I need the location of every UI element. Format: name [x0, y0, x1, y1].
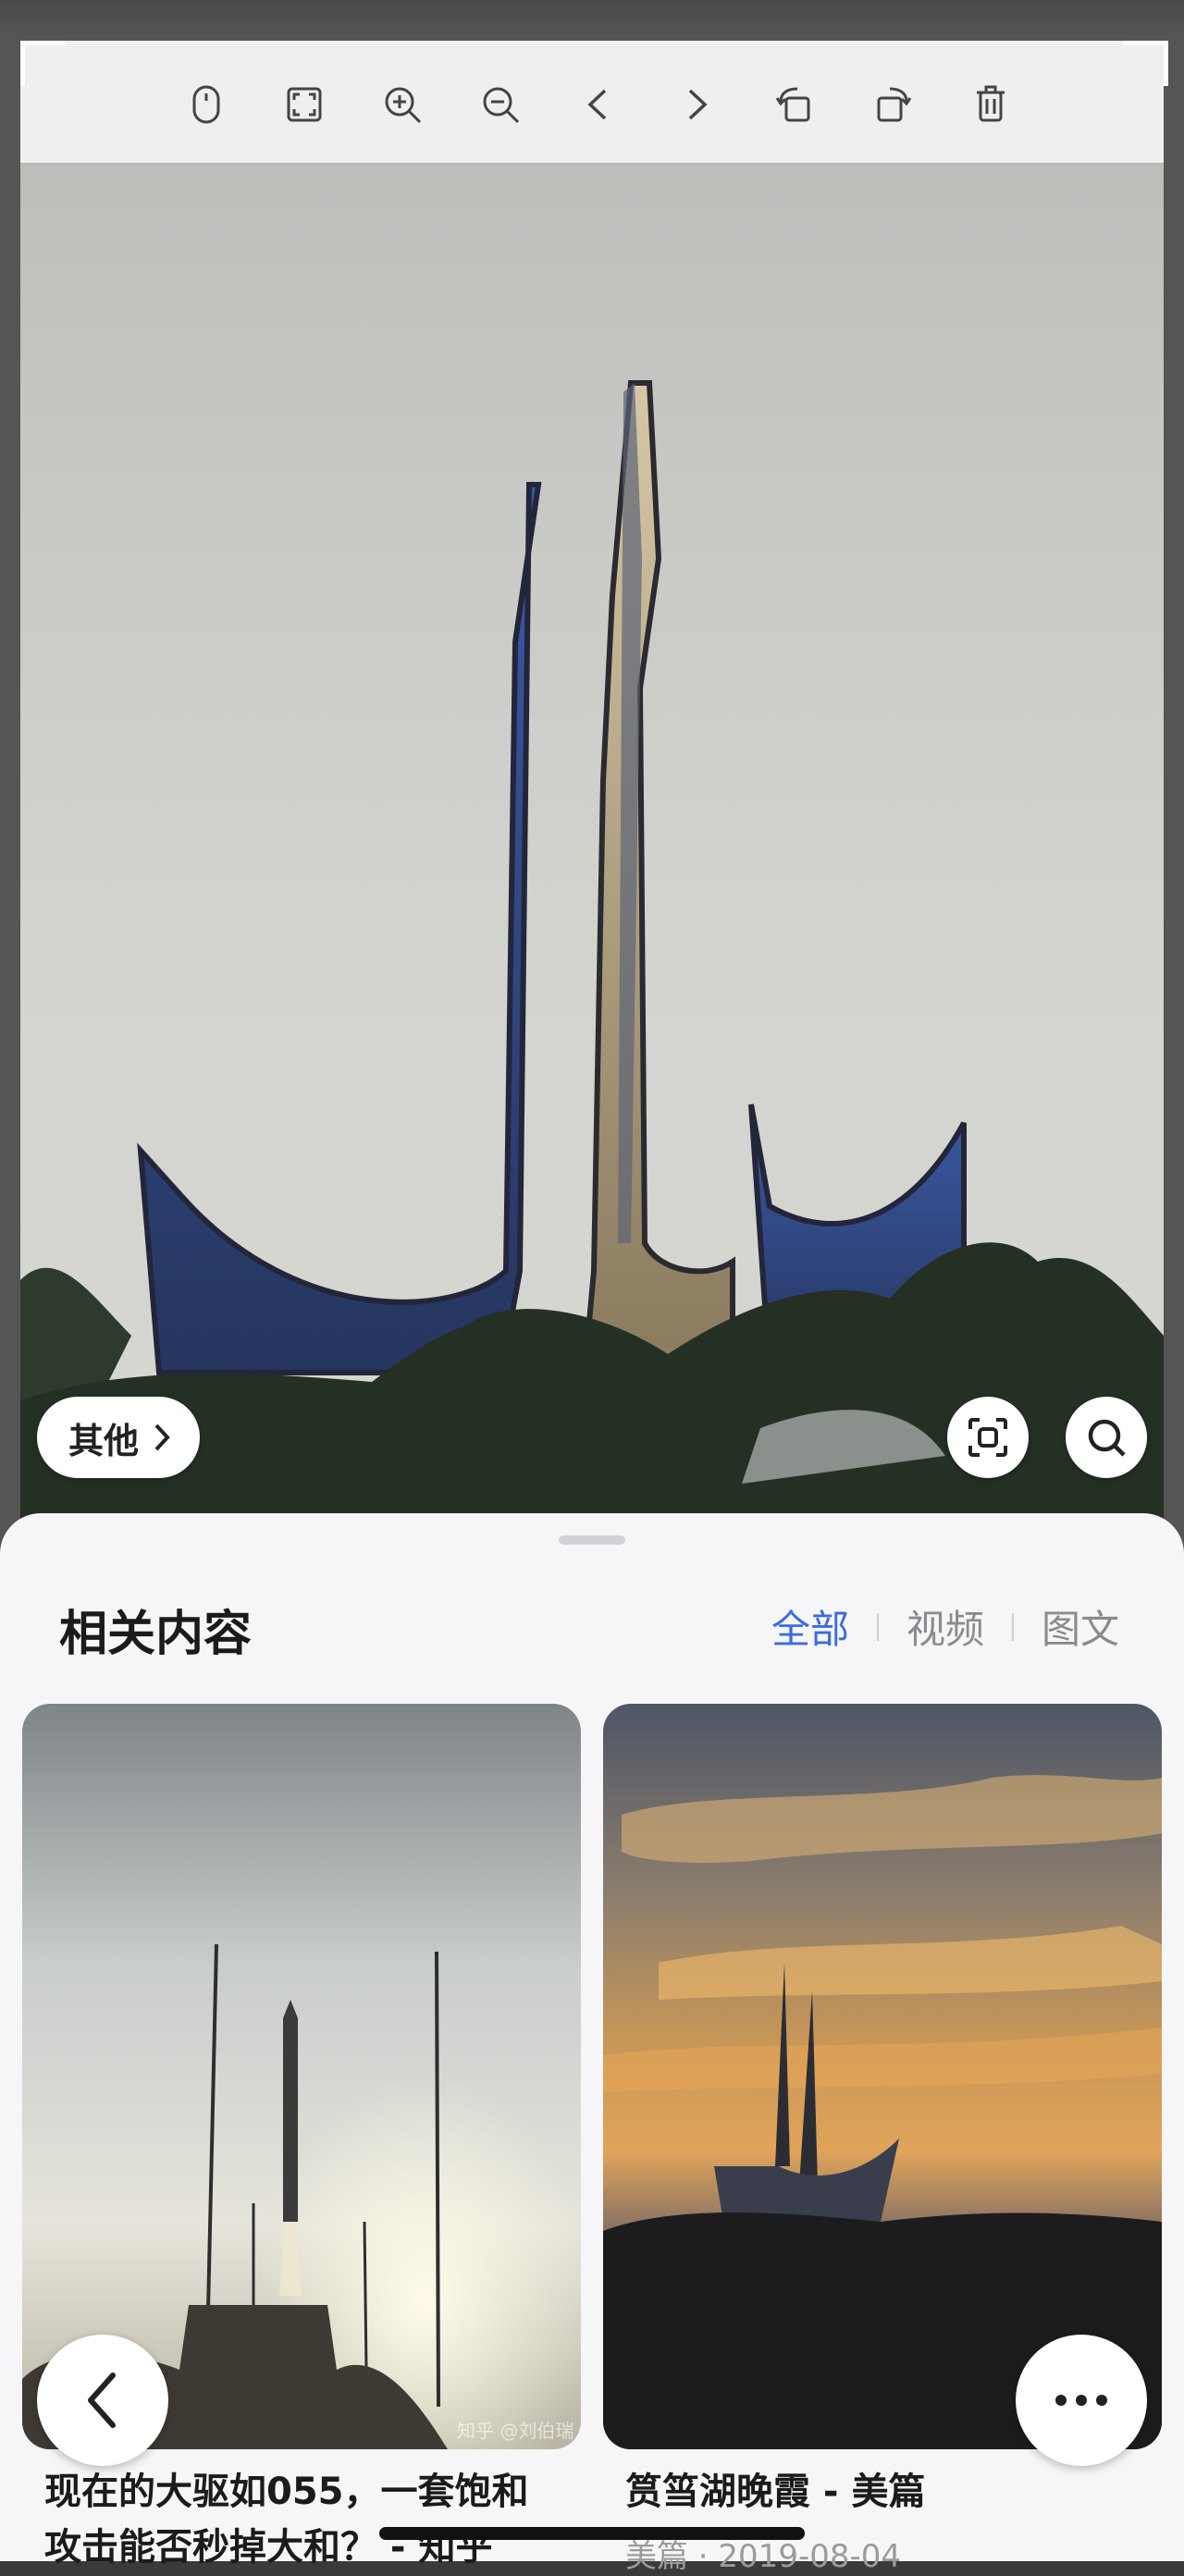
fit-screen-icon[interactable] — [283, 83, 326, 126]
other-label: 其他 — [68, 1420, 140, 1461]
zoom-in-icon[interactable] — [381, 83, 424, 126]
scan-icon — [968, 1418, 1007, 1457]
scan-button[interactable] — [947, 1397, 1029, 1478]
sheet-drag-handle[interactable] — [559, 1535, 625, 1545]
crop-corner-top-left[interactable] — [20, 41, 66, 86]
related-content-sheet: 相关内容 全部 视频 图文 知乎 @刘伯瑞 现在的大驱如055，一套饱和 攻击能… — [0, 1513, 1184, 2575]
previous-icon[interactable] — [577, 83, 620, 126]
image-watermark: 知乎 @刘伯瑞 — [457, 2420, 574, 2442]
next-icon[interactable] — [675, 83, 718, 126]
rotate-right-icon[interactable] — [871, 83, 914, 126]
mouse-icon[interactable] — [185, 83, 228, 126]
more-options-button[interactable] — [1016, 2335, 1147, 2466]
search-button[interactable] — [1066, 1397, 1147, 1478]
sculpture-photo[interactable] — [20, 41, 1164, 1554]
tab-image-text[interactable]: 图文 — [1042, 1598, 1119, 1655]
chevron-right-icon — [154, 1424, 170, 1451]
back-button[interactable] — [37, 2335, 168, 2466]
delete-icon[interactable] — [969, 83, 1012, 126]
other-button[interactable]: 其他 — [37, 1397, 201, 1478]
image-toolbar — [20, 41, 1164, 165]
tab-divider — [1011, 1612, 1014, 1641]
more-dots-icon — [1055, 2395, 1107, 2406]
rotate-left-icon[interactable] — [773, 83, 816, 126]
crop-corner-top-right[interactable] — [1123, 41, 1168, 86]
photo-viewer: 其他 — [0, 0, 1184, 1554]
tab-video[interactable]: 视频 — [906, 1598, 984, 1655]
tab-divider — [876, 1612, 879, 1641]
sheet-title: 相关内容 — [59, 1607, 253, 1662]
filter-tabs: 全部 视频 图文 — [771, 1598, 1119, 1655]
home-indicator[interactable] — [379, 2527, 805, 2540]
card-title[interactable]: 现在的大驱如055，一套饱和 — [44, 2464, 529, 2520]
card-title[interactable]: 筼筜湖晚霞 - 美篇 — [625, 2464, 925, 2520]
chevron-left-icon — [88, 2373, 116, 2428]
tab-all[interactable]: 全部 — [771, 1598, 849, 1655]
search-icon — [1088, 1419, 1126, 1457]
zoom-out-icon[interactable] — [479, 83, 522, 126]
